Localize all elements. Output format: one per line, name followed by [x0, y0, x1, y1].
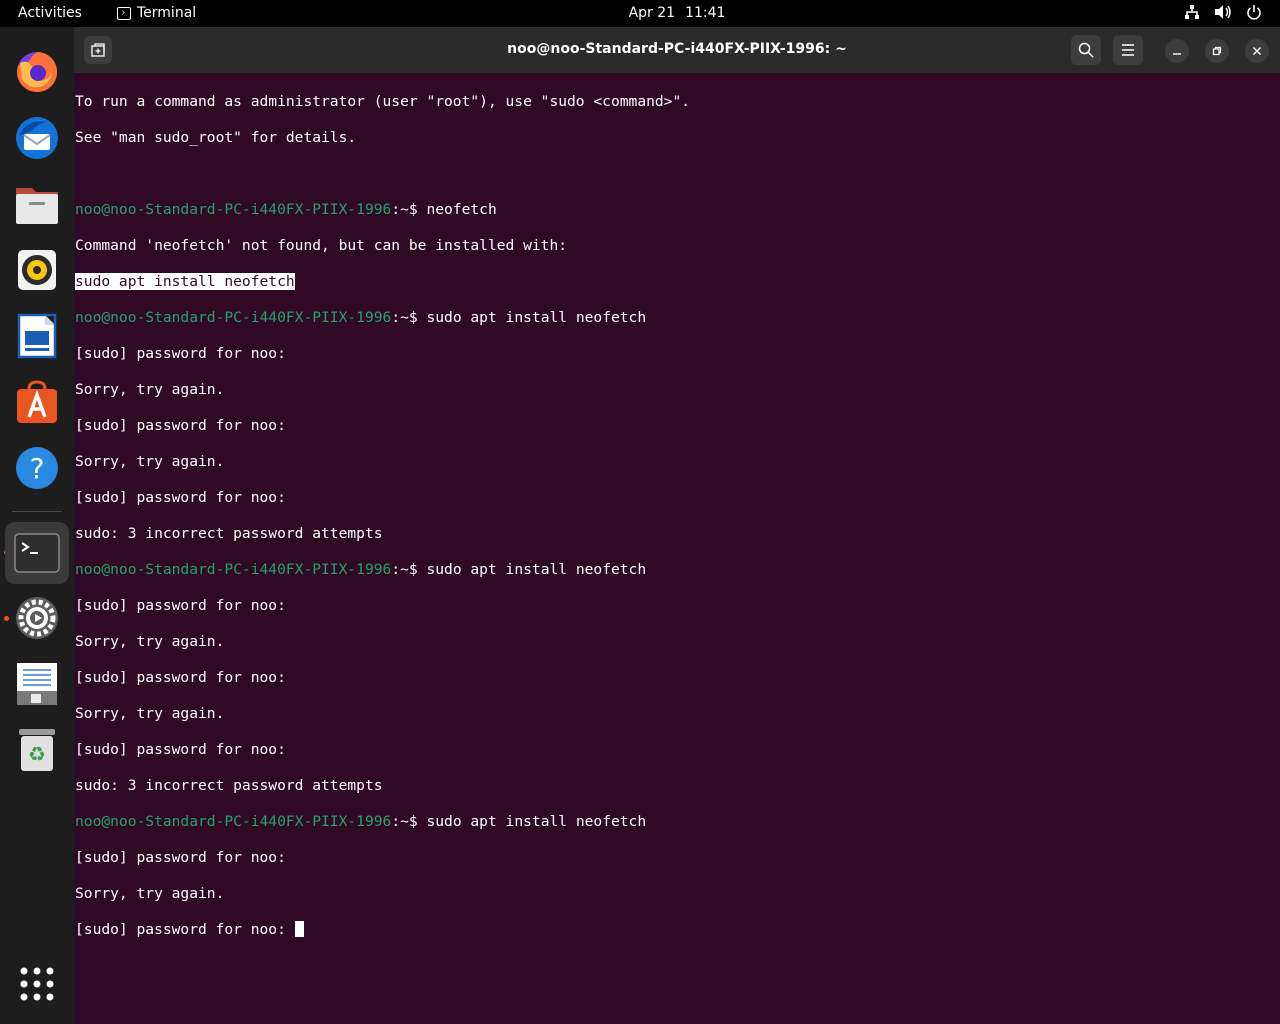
minimize-icon — [1173, 53, 1181, 55]
dock-files[interactable] — [8, 175, 66, 233]
text-editor-icon — [17, 663, 57, 705]
terminal-input-line[interactable]: [sudo] password for noo: — [75, 921, 1265, 939]
minimize-button[interactable] — [1165, 39, 1189, 63]
volume-icon[interactable] — [1214, 4, 1232, 20]
hamburger-icon — [1122, 44, 1134, 56]
files-icon — [16, 188, 58, 224]
firefox-icon — [17, 51, 58, 92]
search-button[interactable] — [1071, 35, 1101, 65]
terminal-line: sudo: 3 incorrect password attempts — [75, 525, 383, 542]
terminal-prompt-line: noo@noo-Standard-PC-i440FX-PIIX-1996:~$ … — [75, 309, 1265, 327]
terminal-window: noo@noo-Standard-PC-i440FX-PIIX-1996: ~ … — [74, 27, 1280, 1024]
terminal-line-highlighted: sudo apt install neofetch — [75, 273, 1265, 291]
prompt-separator: :~$ — [391, 561, 427, 578]
terminal-line: [sudo] password for noo: — [75, 669, 286, 686]
terminal-line: Sorry, try again. — [75, 885, 225, 902]
terminal-line: [sudo] password for noo: — [75, 849, 286, 866]
rhythmbox-icon — [18, 250, 56, 290]
command-text: sudo apt install neofetch — [426, 561, 647, 578]
text-cursor — [294, 921, 304, 937]
restore-icon — [1212, 46, 1222, 56]
top-bar: Activities Terminal Apr 21 11:41 — [0, 0, 1280, 27]
dock-terminal[interactable] — [5, 522, 69, 584]
terminal-prompt-line: noo@noo-Standard-PC-i440FX-PIIX-1996:~$ … — [75, 561, 1265, 579]
software-icon — [17, 380, 57, 423]
prompt-user: noo@noo-Standard-PC-i440FX-PIIX-1996 — [75, 201, 392, 218]
power-icon[interactable] — [1246, 4, 1262, 20]
terminal-output[interactable]: To run a command as administrator (user … — [75, 75, 1265, 1015]
terminal-line: To run a command as administrator (user … — [75, 93, 691, 110]
writer-icon — [17, 313, 57, 359]
dock-trash[interactable]: ♻ — [8, 721, 66, 779]
clock-date: Apr 21 — [628, 5, 676, 21]
dock-software[interactable] — [8, 373, 66, 431]
dock: ? ♻ — [0, 27, 74, 1024]
terminal-line: Command 'neofetch' not found, but can be… — [75, 237, 568, 254]
svg-text:♻: ♻ — [28, 742, 46, 766]
menu-button[interactable] — [1113, 35, 1143, 65]
terminal-prompt-line: noo@noo-Standard-PC-i440FX-PIIX-1996:~$ … — [75, 201, 1265, 219]
terminal-line: [sudo] password for noo: — [75, 417, 286, 434]
close-icon — [1253, 47, 1261, 55]
settings-icon — [16, 597, 58, 639]
search-icon — [1078, 42, 1094, 58]
dock-firefox[interactable] — [8, 43, 66, 101]
terminal-line: [sudo] password for noo: — [75, 741, 286, 758]
dock-help[interactable]: ? — [8, 439, 66, 497]
trash-icon: ♻ — [19, 729, 55, 771]
terminal-line: Sorry, try again. — [75, 705, 225, 722]
terminal-line: [sudo] password for noo: — [75, 597, 286, 614]
title-bar[interactable]: noo@noo-Standard-PC-i440FX-PIIX-1996: ~ — [74, 27, 1280, 73]
terminal-line: Sorry, try again. — [75, 633, 225, 650]
prompt-separator: :~$ — [391, 309, 427, 326]
close-button[interactable] — [1245, 39, 1269, 63]
terminal-line: Sorry, try again. — [75, 453, 225, 470]
app-grid-icon — [20, 967, 54, 1001]
dock-separator — [12, 511, 62, 512]
dock-rhythmbox[interactable] — [8, 241, 66, 299]
dock-show-apps[interactable] — [8, 955, 66, 1013]
terminal-line: sudo: 3 incorrect password attempts — [75, 777, 383, 794]
system-tray[interactable] — [1184, 4, 1262, 20]
prompt-user: noo@noo-Standard-PC-i440FX-PIIX-1996 — [75, 813, 392, 830]
terminal-icon — [14, 533, 60, 573]
maximize-button[interactable] — [1205, 39, 1229, 63]
svg-text:?: ? — [30, 452, 45, 485]
dock-settings[interactable] — [8, 589, 66, 647]
command-text: sudo apt install neofetch — [426, 813, 647, 830]
prompt-separator: :~$ — [391, 201, 427, 218]
prompt-separator: :~$ — [391, 813, 427, 830]
terminal-line: [sudo] password for noo: — [75, 345, 286, 362]
terminal-line: [sudo] password for noo: — [75, 489, 286, 506]
terminal-line: Sorry, try again. — [75, 381, 225, 398]
command-text: neofetch — [426, 201, 497, 218]
selected-text: sudo apt install neofetch — [75, 273, 295, 290]
dock-writer[interactable] — [8, 307, 66, 365]
prompt-user: noo@noo-Standard-PC-i440FX-PIIX-1996 — [75, 561, 392, 578]
command-text: sudo apt install neofetch — [426, 309, 647, 326]
password-prompt: [sudo] password for noo: — [75, 921, 295, 938]
dock-text-editor[interactable] — [8, 655, 66, 713]
terminal-line: See "man sudo_root" for details. — [75, 129, 357, 146]
clock-time: 11:41 — [685, 5, 726, 21]
prompt-user: noo@noo-Standard-PC-i440FX-PIIX-1996 — [75, 309, 392, 326]
clock[interactable]: Apr 21 11:41 — [0, 5, 1280, 21]
terminal-prompt-line: noo@noo-Standard-PC-i440FX-PIIX-1996:~$ … — [75, 813, 1265, 831]
network-icon[interactable] — [1184, 4, 1200, 20]
thunderbird-icon — [16, 117, 58, 159]
help-icon: ? — [16, 447, 58, 489]
dock-thunderbird[interactable] — [8, 109, 66, 167]
